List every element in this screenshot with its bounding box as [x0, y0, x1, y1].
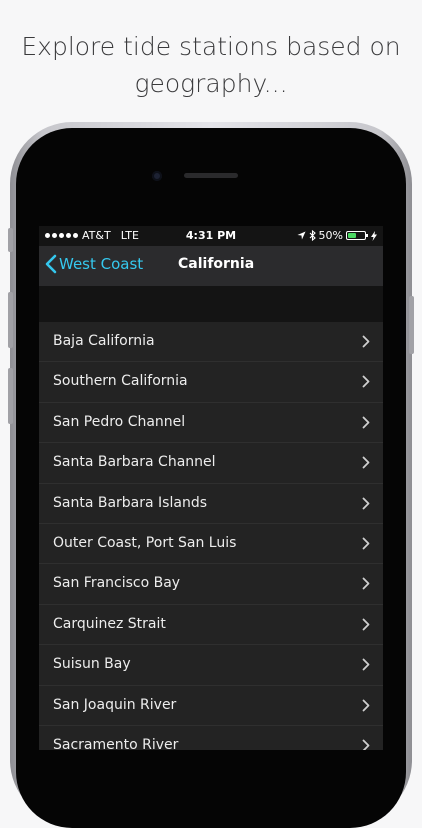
volume-down-button [8, 368, 13, 424]
region-list: Baja California Southern California San Pe… [39, 322, 383, 750]
list-item[interactable]: San Francisco Bay [39, 564, 383, 605]
list-item-label: San Joaquin River [53, 696, 177, 713]
chevron-right-icon [362, 375, 370, 388]
chevron-right-icon [362, 577, 370, 590]
list-item[interactable]: San Pedro Channel [39, 402, 383, 444]
back-button[interactable]: West Coast [45, 254, 143, 274]
list-item-label: Suisun Bay [53, 656, 131, 673]
list-item[interactable]: Southern California [39, 362, 383, 403]
chevron-left-icon [45, 254, 57, 274]
chevron-right-icon [362, 416, 370, 429]
list-item-label: Carquinez Strait [53, 615, 166, 632]
list-item[interactable]: San Joaquin River [39, 685, 383, 726]
page-title: California [178, 256, 255, 272]
battery-percent: 50% [318, 229, 343, 242]
list-item[interactable]: Sacramento River [39, 725, 383, 750]
list-item[interactable]: Santa Barbara Islands [39, 483, 383, 524]
list-item-label: San Francisco Bay [53, 575, 181, 592]
bluetooth-icon [309, 230, 316, 241]
promo-caption: Explore tide stations based on geography… [0, 28, 422, 102]
chevron-right-icon [362, 456, 370, 469]
chevron-right-icon [362, 335, 370, 348]
back-button-label: West Coast [59, 255, 144, 273]
list-item[interactable]: Carquinez Strait [39, 604, 383, 646]
front-camera [152, 171, 162, 181]
chevron-right-icon [362, 699, 370, 711]
list-item-label: Santa Barbara Channel [53, 454, 216, 471]
list-item-label: San Pedro Channel [53, 413, 186, 430]
list-item-label: Baja California [53, 333, 155, 349]
chevron-right-icon [362, 658, 370, 671]
list-item[interactable]: Baja California [39, 322, 383, 363]
earpiece-speaker [184, 173, 238, 178]
caption-line-2: geography... [134, 69, 288, 98]
list-item[interactable]: Santa Barbara Channel [39, 443, 383, 484]
list-item-label: Outer Coast, Port San Luis [53, 534, 237, 551]
list-item[interactable]: Suisun Bay [39, 645, 383, 686]
chevron-right-icon [362, 497, 370, 509]
volume-up-button [8, 292, 13, 348]
mute-switch [8, 228, 13, 252]
list-item-label: Santa Barbara Islands [53, 494, 207, 511]
location-arrow-icon [296, 231, 306, 240]
list-item-label: Sacramento River [53, 736, 179, 750]
chevron-right-icon [362, 537, 370, 550]
phone-screen: AT&T LTE 4:31 PM 50% West Coast Californ… [39, 226, 383, 750]
chevron-right-icon [362, 618, 370, 631]
chevron-right-icon [362, 739, 370, 750]
power-button [409, 296, 414, 354]
battery-icon [346, 231, 368, 240]
caption-line-1: Explore tide stations based on [21, 32, 401, 61]
charging-bolt-icon [371, 230, 377, 241]
status-bar: AT&T LTE 4:31 PM 50% [39, 226, 383, 246]
list-item-label: Southern California [53, 373, 188, 390]
list-item[interactable]: Outer Coast, Port San Luis [39, 523, 383, 565]
navigation-bar: West Coast California [39, 246, 383, 286]
